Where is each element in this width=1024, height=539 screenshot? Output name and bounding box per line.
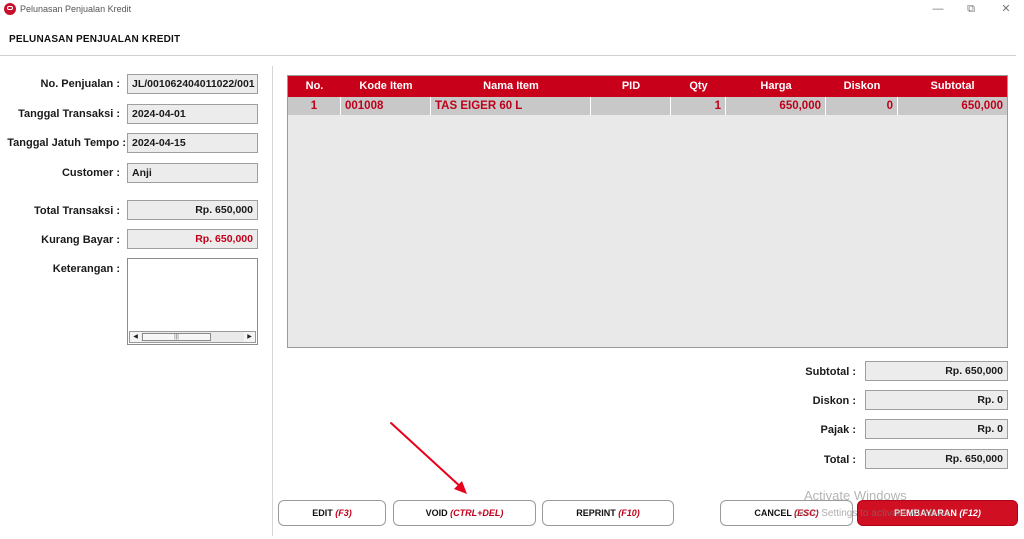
subtotal-label: Subtotal :	[805, 366, 856, 378]
title-bar: Pelunasan Penjualan Kredit — ⧉ ✕	[0, 0, 1024, 20]
cancel-button-label: CANCEL	[754, 508, 795, 518]
customer-label: Customer :	[61, 167, 120, 179]
pajak-field[interactable]: Rp. 0	[865, 419, 1008, 439]
col-header-qty[interactable]: Qty	[671, 76, 726, 97]
cell-pid[interactable]	[591, 97, 671, 115]
tanggal-jatuh-tempo-label: Tanggal Jatuh Tempo :	[7, 137, 126, 149]
kurang-bayar-label: Kurang Bayar :	[41, 234, 120, 246]
col-header-diskon[interactable]: Diskon	[826, 76, 898, 97]
customer-field[interactable]: Anji	[127, 163, 258, 183]
edit-button-label: EDIT	[312, 508, 336, 518]
col-header-nama-item[interactable]: Nama Item	[431, 76, 591, 97]
cell-diskon[interactable]: 0	[826, 97, 898, 115]
total-label: Total :	[823, 454, 856, 466]
keterangan-label: Keterangan :	[52, 263, 120, 275]
restore-icon[interactable]: ⧉	[961, 1, 981, 17]
total-transaksi-field[interactable]: Rp. 650,000	[127, 200, 258, 220]
pajak-label: Pajak :	[820, 424, 856, 436]
col-header-subtotal[interactable]: Subtotal	[898, 76, 1007, 97]
edit-shortcut: (F3)	[335, 508, 352, 518]
page-title: PELUNASAN PENJUALAN KREDIT	[9, 34, 181, 45]
table-header: No. Kode Item Nama Item PID Qty Harga Di…	[288, 76, 1007, 97]
subtotal-field[interactable]: Rp. 650,000	[865, 361, 1008, 381]
panel-divider	[272, 66, 273, 536]
table-row[interactable]: 1 001008 TAS EIGER 60 L 1 650,000 0 650,…	[288, 97, 1007, 115]
col-header-pid[interactable]: PID	[591, 76, 671, 97]
close-icon[interactable]: ✕	[996, 1, 1016, 17]
activate-windows-watermark: Activate Windows	[804, 488, 907, 503]
reprint-button-label: REPRINT	[576, 508, 619, 518]
header-divider	[0, 55, 1016, 56]
cell-no[interactable]: 1	[288, 97, 341, 115]
tanggal-transaksi-field[interactable]: 2024-04-01	[127, 104, 258, 124]
void-button[interactable]: VOID (CTRL+DEL)	[393, 500, 536, 526]
activate-windows-hint: Go to Settings to activate Windows.	[794, 508, 952, 519]
annotation-arrow-icon	[390, 422, 467, 494]
keterangan-horizontal-scrollbar[interactable]: ◀ ||| ▶	[129, 331, 256, 343]
col-header-kode-item[interactable]: Kode Item	[341, 76, 431, 97]
app-logo-icon	[4, 3, 16, 15]
diskon-field[interactable]: Rp. 0	[865, 390, 1008, 410]
total-transaksi-label: Total Transaksi :	[34, 205, 120, 217]
minimize-icon[interactable]: —	[928, 1, 948, 17]
diskon-label: Diskon :	[812, 395, 856, 407]
kurang-bayar-field[interactable]: Rp. 650,000	[127, 229, 258, 249]
tanggal-jatuh-tempo-field[interactable]: 2024-04-15	[127, 133, 258, 153]
no-penjualan-label: No. Penjualan :	[40, 78, 120, 90]
total-field[interactable]: Rp. 650,000	[865, 449, 1008, 469]
cell-harga[interactable]: 650,000	[726, 97, 826, 115]
cell-subtotal[interactable]: 650,000	[898, 97, 1007, 115]
no-penjualan-field[interactable]: JL/001062404011022/001	[127, 74, 258, 94]
cell-nama-item[interactable]: TAS EIGER 60 L	[431, 97, 591, 115]
scroll-thumb[interactable]: |||	[142, 333, 211, 341]
cell-kode-item[interactable]: 001008	[341, 97, 431, 115]
void-shortcut: (CTRL+DEL)	[450, 508, 504, 518]
items-table	[287, 75, 1008, 348]
scroll-left-icon[interactable]: ◀	[130, 332, 141, 342]
cell-qty[interactable]: 1	[671, 97, 726, 115]
tanggal-transaksi-label: Tanggal Transaksi :	[18, 108, 120, 120]
void-button-label: VOID	[425, 508, 451, 518]
scroll-right-icon[interactable]: ▶	[244, 332, 255, 342]
window-title: Pelunasan Penjualan Kredit	[20, 4, 132, 14]
col-header-no[interactable]: No.	[288, 76, 341, 97]
col-header-harga[interactable]: Harga	[726, 76, 826, 97]
reprint-button[interactable]: REPRINT (F10)	[542, 500, 674, 526]
reprint-shortcut: (F10)	[618, 508, 640, 518]
edit-button[interactable]: EDIT (F3)	[278, 500, 386, 526]
